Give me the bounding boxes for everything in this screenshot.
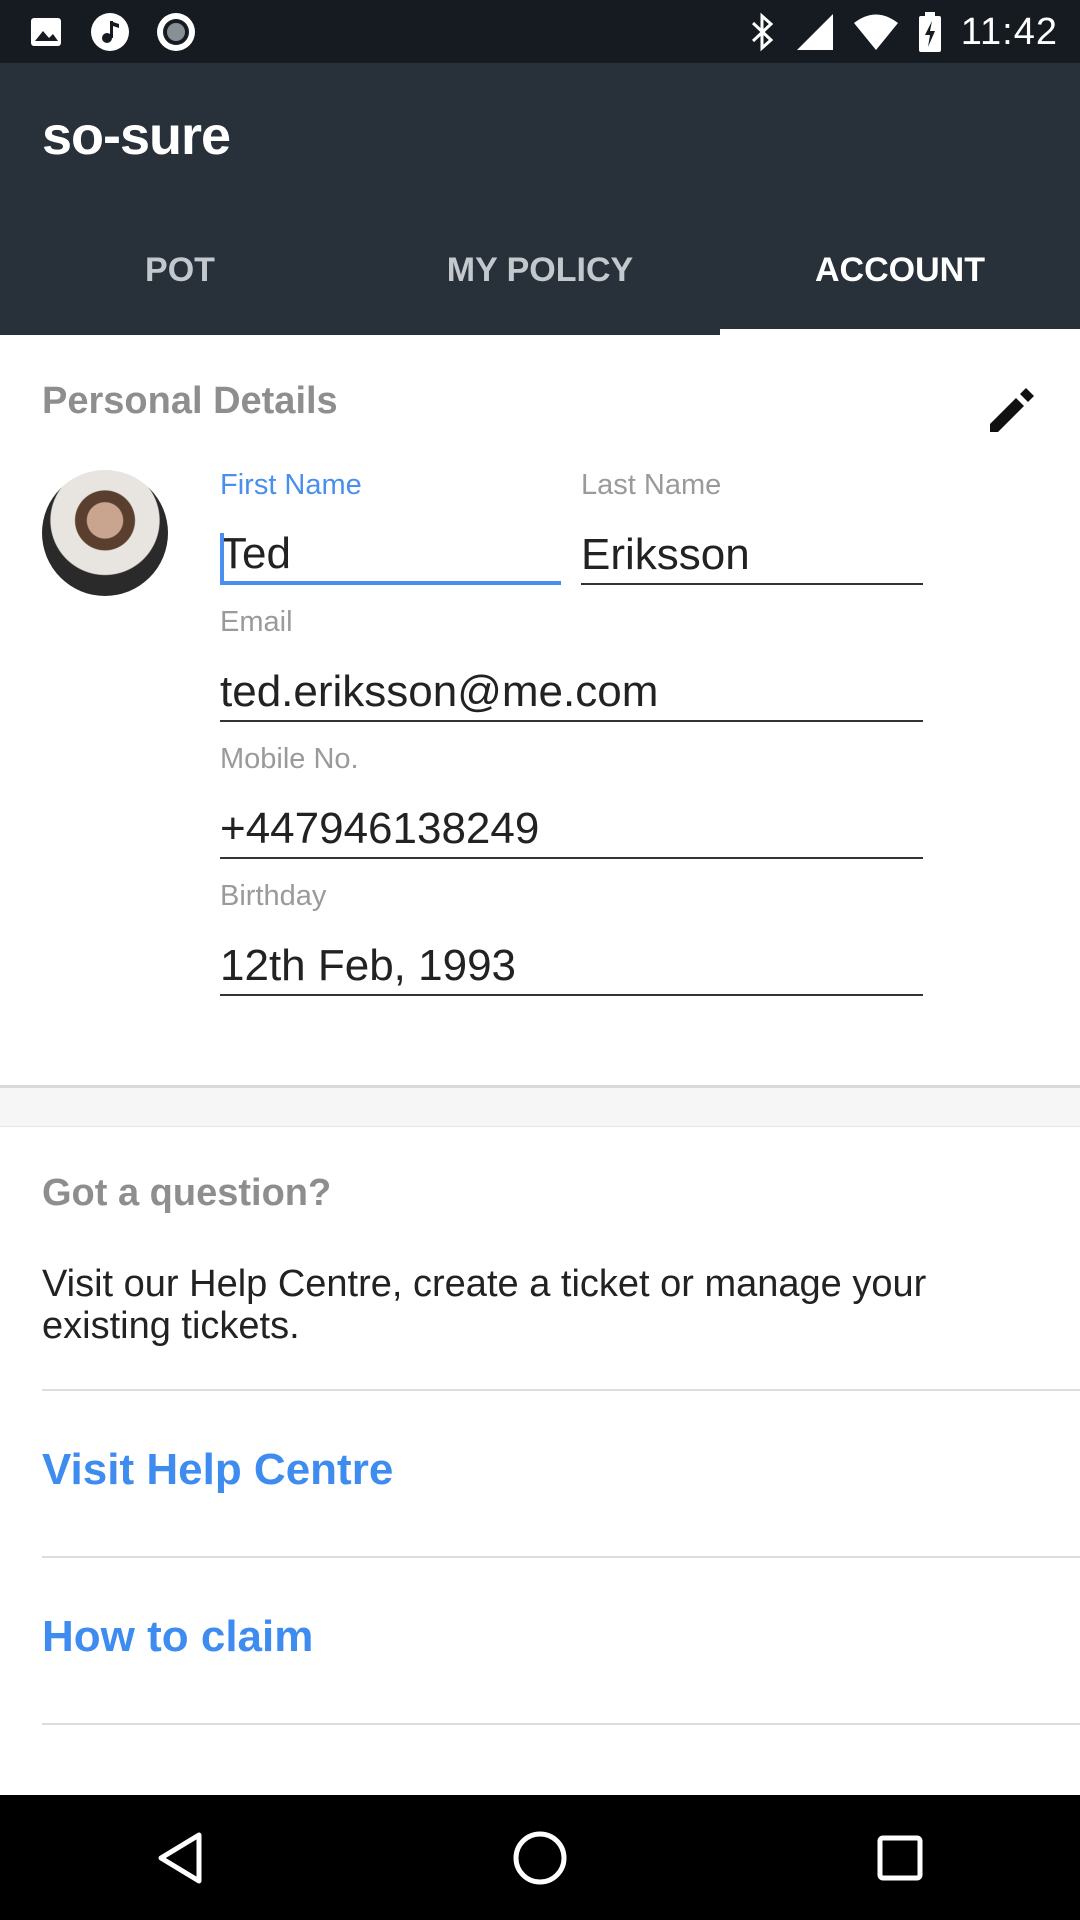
- first-name-label: First Name: [220, 469, 362, 501]
- personal-details-card: Personal Details First Name Last Name Em…: [0, 335, 1080, 1088]
- edit-pencil-icon[interactable]: [984, 382, 1040, 438]
- image-notification-icon: [31, 18, 61, 46]
- first-name-input[interactable]: [220, 527, 561, 585]
- how-to-claim-link[interactable]: How to claim: [42, 1612, 313, 1662]
- app-bar: so-sure POT MY POLICY ACCOUNT: [0, 63, 1080, 335]
- personal-details-title: Personal Details: [42, 380, 338, 422]
- birthday-input[interactable]: [220, 938, 923, 996]
- tab-pot[interactable]: POT: [0, 205, 360, 335]
- bluetooth-icon: [751, 12, 773, 52]
- email-field: Email: [220, 602, 923, 722]
- mobile-input[interactable]: [220, 801, 923, 859]
- profile-avatar[interactable]: [42, 470, 168, 596]
- mobile-field: Mobile No.: [220, 739, 923, 859]
- help-description: Visit our Help Centre, create a ticket o…: [42, 1263, 927, 1347]
- status-bar: 11:42: [0, 0, 1080, 63]
- email-label: Email: [220, 606, 293, 638]
- recents-square-icon: [877, 1835, 923, 1880]
- back-button[interactable]: [120, 1808, 240, 1908]
- music-notification-icon: [91, 13, 129, 51]
- section-divider: [0, 1088, 1080, 1127]
- last-name-input[interactable]: [581, 527, 923, 585]
- home-circle-icon: [513, 1831, 567, 1884]
- mobile-label: Mobile No.: [220, 743, 359, 775]
- help-section-title: Got a question?: [42, 1172, 332, 1214]
- back-triangle-icon: [158, 1832, 202, 1883]
- home-button[interactable]: [480, 1808, 600, 1908]
- so-sure-logo: so-sure: [42, 106, 231, 166]
- visit-help-centre-link[interactable]: Visit Help Centre: [42, 1445, 393, 1495]
- birthday-field: Birthday: [220, 876, 923, 996]
- first-name-field: First Name: [220, 465, 561, 585]
- divider: [42, 1389, 1080, 1391]
- system-navigation-bar: [0, 1795, 1080, 1920]
- battery-charging-icon: [918, 12, 941, 52]
- cell-signal-icon: [796, 14, 833, 50]
- divider: [42, 1723, 1080, 1725]
- email-input[interactable]: [220, 664, 923, 722]
- last-name-label: Last Name: [581, 469, 722, 501]
- birthday-label: Birthday: [220, 880, 327, 912]
- divider: [42, 1556, 1080, 1558]
- last-name-field: Last Name: [581, 465, 923, 585]
- tab-bar: POT MY POLICY ACCOUNT: [0, 205, 1080, 335]
- tab-my-policy[interactable]: MY POLICY: [360, 205, 720, 335]
- recents-button[interactable]: [840, 1808, 960, 1908]
- record-notification-icon: [157, 13, 195, 51]
- system-indicators: 11:42: [749, 10, 1058, 54]
- notification-icons: [28, 12, 196, 52]
- clock-time: 11:42: [960, 10, 1058, 53]
- text-cursor: [220, 533, 224, 583]
- tab-account[interactable]: ACCOUNT: [720, 205, 1080, 335]
- wifi-icon: [853, 14, 898, 50]
